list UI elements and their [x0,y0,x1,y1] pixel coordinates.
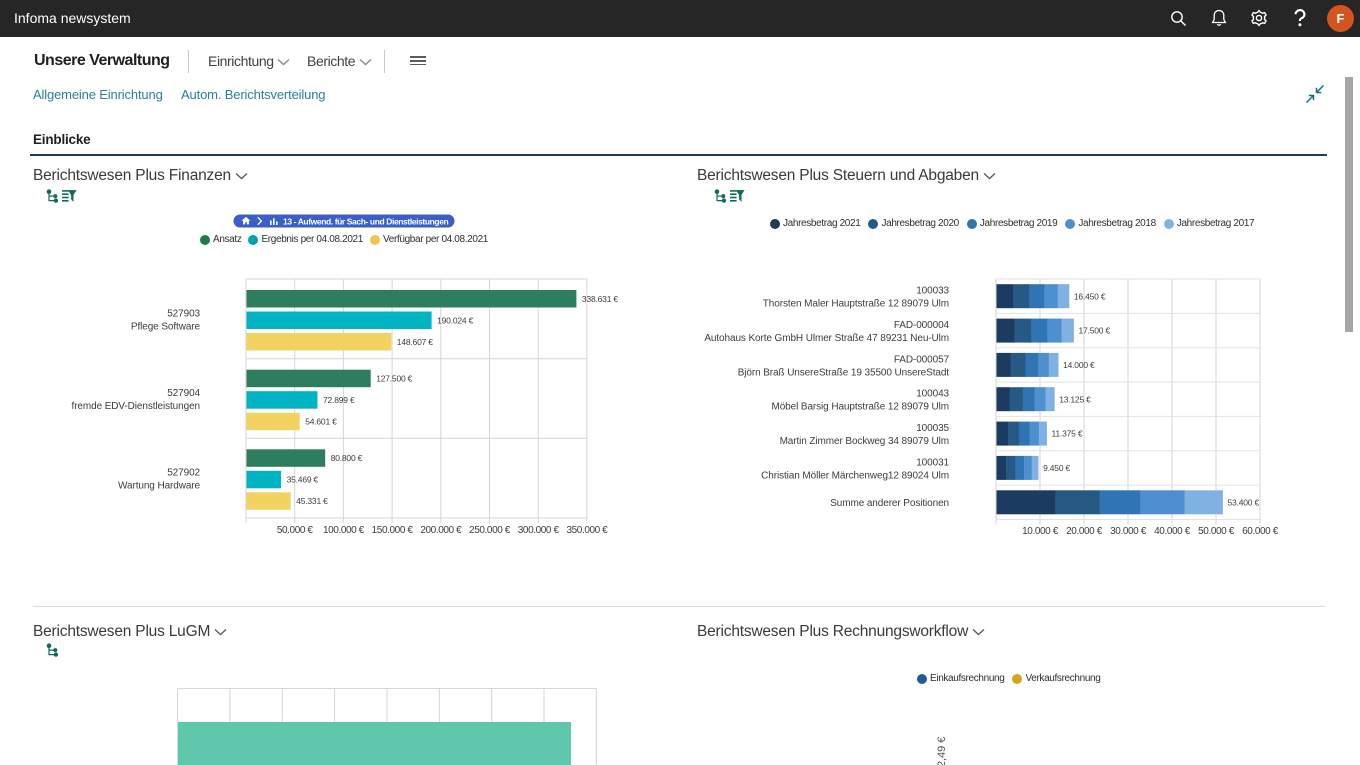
svg-text:Thorsten Maler Hauptstraße 12: Thorsten Maler Hauptstraße 12 89079 Ulm [763,299,949,310]
svg-text:Summe anderer Positionen: Summe anderer Positionen [830,498,949,509]
svg-text:Pflege Software: Pflege Software [131,321,201,332]
svg-text:Björn Braß UnsereStraße 19 355: Björn Braß UnsereStraße 19 35500 UnsereS… [738,367,950,378]
svg-text:11.375 €: 11.375 € [1052,429,1083,439]
svg-text:100033: 100033 [916,286,949,297]
svg-text:10.000 €: 10.000 € [1022,526,1059,537]
svg-text:Autohaus Korte GmbH Ulmer Stra: Autohaus Korte GmbH Ulmer Straße 47 8923… [704,333,949,344]
svg-text:100043: 100043 [916,389,949,400]
svg-text:100031: 100031 [916,457,949,468]
svg-text:54.601 €: 54.601 € [305,417,337,427]
svg-text:Wartung Hardware: Wartung Hardware [118,481,200,492]
svg-text:9.450 €: 9.450 € [1043,463,1070,473]
svg-text:60.000 €: 60.000 € [1242,526,1279,537]
svg-text:13 - Aufwend. für Sach- und Di: 13 - Aufwend. für Sach- und Dienstleistu… [283,216,449,226]
svg-text:FAD-000057: FAD-000057 [894,354,950,365]
svg-text:527903: 527903 [167,308,200,319]
svg-text:350.000 €: 350.000 € [566,525,608,536]
svg-text:200.000 €: 200.000 € [420,525,462,536]
svg-text:72.899 €: 72.899 € [323,395,355,405]
svg-text:40.000 €: 40.000 € [1154,526,1191,537]
svg-text:13.125 €: 13.125 € [1059,394,1091,404]
svg-text:30.000 €: 30.000 € [1110,526,1147,537]
svg-text:50.000 €: 50.000 € [1198,526,1235,537]
svg-text:45.331 €: 45.331 € [296,496,328,506]
svg-text:Möbel Barsig Hauptstraße 12 89: Möbel Barsig Hauptstraße 12 89079 Ulm [771,402,949,413]
svg-text:300.000 €: 300.000 € [518,525,560,536]
svg-text:150.000 €: 150.000 € [372,525,414,536]
svg-text:190.024 €: 190.024 € [437,315,473,325]
svg-text:17.500 €: 17.500 € [1079,326,1111,336]
svg-text:527902: 527902 [167,468,200,479]
svg-text:100.000 €: 100.000 € [323,525,365,536]
svg-text:14.000 €: 14.000 € [1063,360,1095,370]
svg-text:127.500 €: 127.500 € [376,374,412,384]
svg-text:53.400 €: 53.400 € [1228,497,1260,507]
svg-text:fremde EDV-Dienstleistungen: fremde EDV-Dienstleistungen [72,401,200,412]
svg-text:148.607 €: 148.607 € [397,337,433,347]
svg-text:Martin Zimmer Bockweg 34 89079: Martin Zimmer Bockweg 34 89079 Ulm [780,436,949,447]
svg-text:FAD-000004: FAD-000004 [894,320,950,331]
svg-text:Christian Möller Märchenweg12: Christian Möller Märchenweg12 89024 Ulm [761,470,949,481]
svg-text:20.000 €: 20.000 € [1066,526,1103,537]
svg-text:250.000 €: 250.000 € [469,525,511,536]
svg-text:80.800 €: 80.800 € [331,453,363,463]
svg-text:100035: 100035 [916,423,949,434]
svg-text:338.631 €: 338.631 € [582,294,618,304]
svg-text:16.450 €: 16.450 € [1074,291,1106,301]
svg-text:50.000 €: 50.000 € [277,525,314,536]
svg-text:527904: 527904 [167,388,200,399]
svg-text:35.469 €: 35.469 € [287,475,319,485]
